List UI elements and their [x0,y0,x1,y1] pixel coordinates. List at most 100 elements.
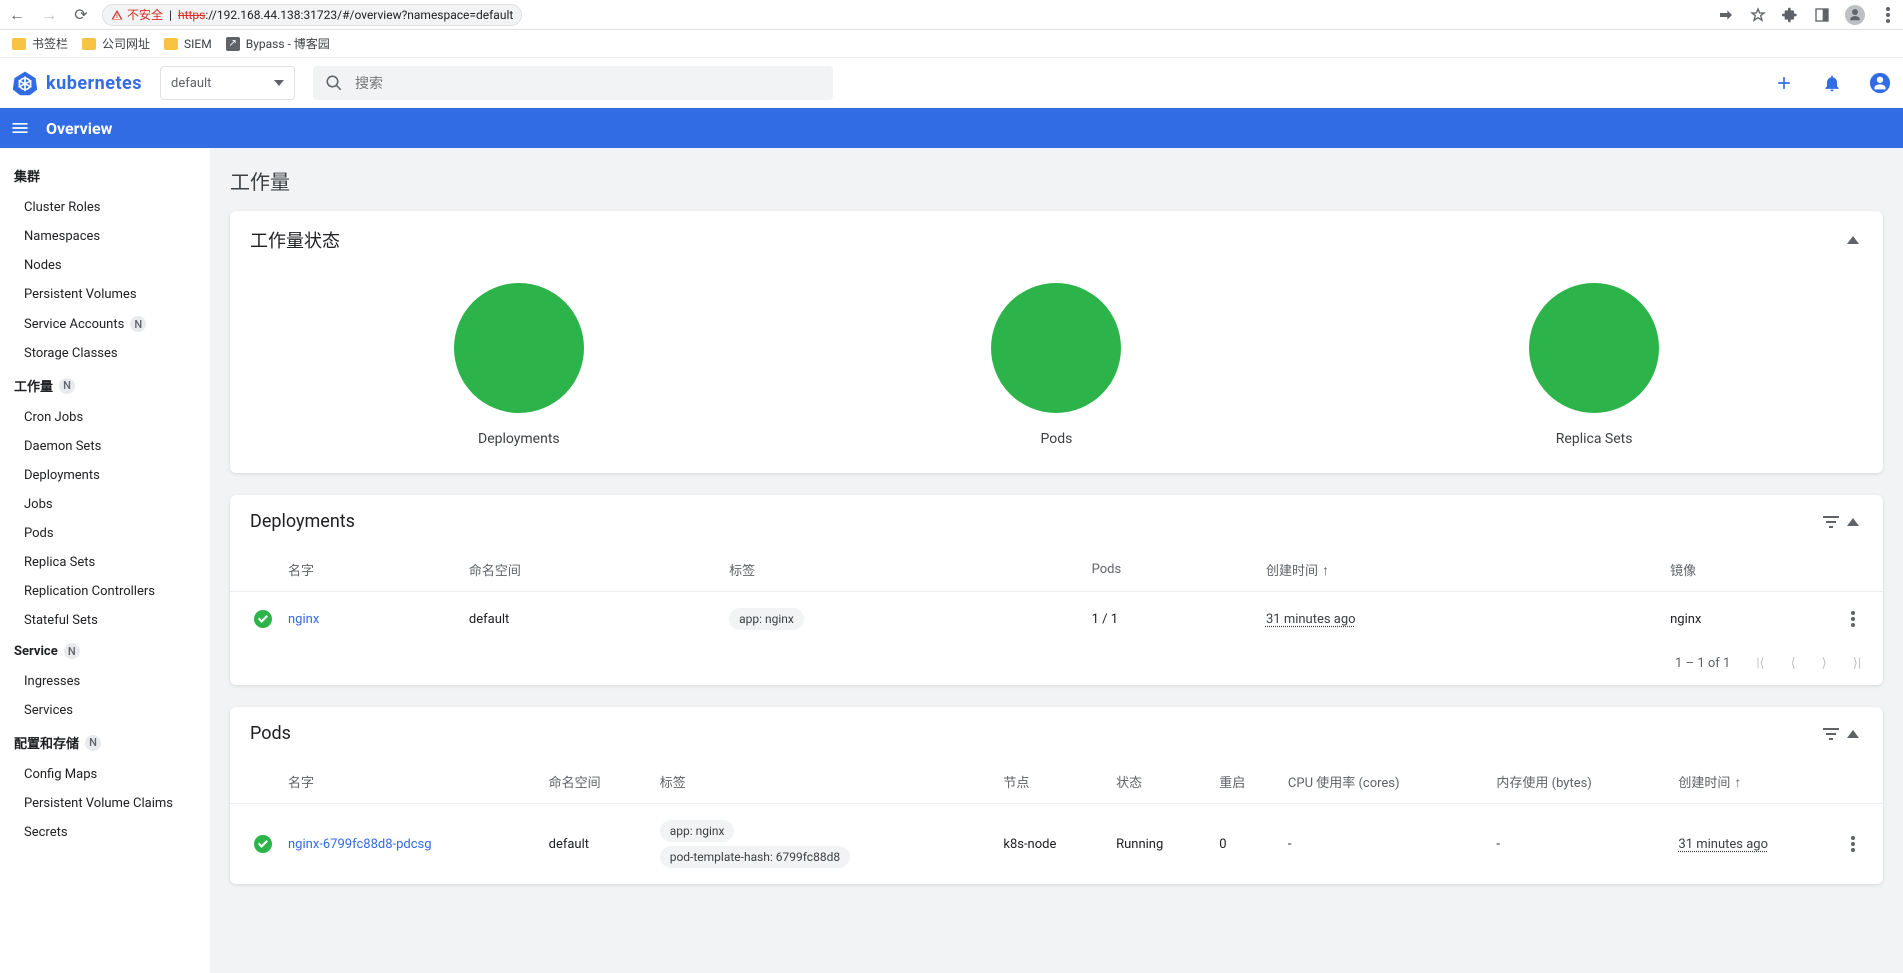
collapse-button[interactable] [1843,232,1863,248]
not-secure-warning: 不安全 [111,6,163,23]
kebab-icon[interactable] [1879,6,1897,24]
cell-pods: 1 / 1 [1084,592,1258,647]
page-first-button[interactable]: |⟨ [1756,656,1764,671]
sidebar-item-deployments[interactable]: Deployments [0,461,210,490]
table-row: nginx-6799fc88d8-pdcsg default app: ngin… [230,804,1883,885]
sidebar-item-pods[interactable]: Pods [0,519,210,548]
col-created[interactable]: 创建时间↑ [1670,760,1843,804]
sidebar-item-service-accounts[interactable]: Service AccountsN [0,309,210,339]
sidebar-item-jobs[interactable]: Jobs [0,490,210,519]
search-input[interactable] [355,75,821,91]
bookmarks-bar: 书签栏 公司网址 SIEM ↗Bypass - 博客园 [0,30,1903,58]
sidebar-item-daemon-sets[interactable]: Daemon Sets [0,432,210,461]
table-header-row: 名字 命名空间 标签 Pods 创建时间↑ 镜像 [230,548,1883,592]
pods-table: 名字 命名空间 标签 节点 状态 重启 CPU 使用率 (cores) 内存使用… [230,760,1883,884]
sidebar-group-cluster[interactable]: 集群 [0,158,210,193]
col-images[interactable]: 镜像 [1662,548,1843,592]
search-bar[interactable] [313,66,833,100]
deployment-link[interactable]: nginx [288,612,319,627]
bell-icon [1822,73,1842,93]
sidebar-item-namespaces[interactable]: Namespaces [0,222,210,251]
page-next-button[interactable]: ⟩ [1822,656,1827,671]
sidebar-item-nodes[interactable]: Nodes [0,251,210,280]
cell-cpu: - [1280,804,1488,885]
status-chart-replica-sets: Replica Sets [1529,283,1659,447]
kubernetes-logo[interactable]: kubernetes [12,70,142,96]
sidebar-item-stateful-sets[interactable]: Stateful Sets [0,606,210,635]
collapse-button[interactable] [1843,514,1863,530]
page-title: Overview [46,119,112,138]
address-bar[interactable]: 不安全 | https://192.168.44.138:31723/#/ove… [102,4,522,26]
col-restarts[interactable]: 重启 [1211,760,1280,804]
card-title: Pods [250,723,291,744]
status-chart-pods: Pods [991,283,1121,447]
col-labels[interactable]: 标签 [652,760,996,804]
sidebar-item-pvc[interactable]: Persistent Volume Claims [0,789,210,818]
forward-button[interactable]: → [38,5,60,25]
namespace-select[interactable]: default [160,66,295,100]
bookmark-folder[interactable]: SIEM [164,37,212,51]
cell-image: nginx [1662,592,1843,647]
sidebar-item-persistent-volumes[interactable]: Persistent Volumes [0,280,210,309]
cell-namespace: default [541,804,652,885]
filter-button[interactable] [1819,512,1843,532]
col-mem[interactable]: 内存使用 (bytes) [1488,760,1670,804]
hamburger-button[interactable] [10,118,30,138]
extensions-icon[interactable] [1781,6,1799,24]
label-chip: app: nginx [729,608,804,630]
sidebar-item-replication-controllers[interactable]: Replication Controllers [0,577,210,606]
reload-button[interactable]: ⟳ [70,5,92,24]
col-namespace[interactable]: 命名空间 [461,548,721,592]
create-button[interactable] [1773,72,1795,94]
pie-chart [454,283,584,413]
sidebar-item-storage-classes[interactable]: Storage Classes [0,339,210,368]
share-icon[interactable] [1717,6,1735,24]
col-labels[interactable]: 标签 [721,548,1084,592]
chevron-up-icon [1847,236,1859,244]
col-created[interactable]: 创建时间↑ [1258,548,1662,592]
cell-created: 31 minutes ago [1678,837,1768,852]
sidebar-item-ingresses[interactable]: Ingresses [0,667,210,696]
col-name[interactable]: 名字 [280,548,461,592]
sidebar-group-service[interactable]: ServiceN [0,635,210,667]
col-name[interactable]: 名字 [280,760,541,804]
sidebar-item-replica-sets[interactable]: Replica Sets [0,548,210,577]
col-status[interactable]: 状态 [1108,760,1211,804]
page-prev-button[interactable]: ⟨ [1791,656,1796,671]
star-icon[interactable] [1749,6,1767,24]
profile-avatar-icon[interactable] [1845,5,1865,25]
hamburger-icon [10,118,30,138]
card-pods: Pods 名字 命名空间 标签 节点 状态 重启 CPU [230,707,1883,884]
sidebar-item-cron-jobs[interactable]: Cron Jobs [0,403,210,432]
bookmark-link[interactable]: ↗Bypass - 博客园 [226,35,330,52]
col-namespace[interactable]: 命名空间 [541,760,652,804]
search-icon [325,74,343,92]
col-pods[interactable]: Pods [1084,548,1258,592]
collapse-button[interactable] [1843,726,1863,742]
sidebar-item-config-maps[interactable]: Config Maps [0,760,210,789]
col-node[interactable]: 节点 [995,760,1108,804]
sidebar-group-workload[interactable]: 工作量N [0,368,210,403]
page-icon: ↗ [226,37,240,51]
pod-link[interactable]: nginx-6799fc88d8-pdcsg [288,837,432,852]
browser-toolbar: ← → ⟳ 不安全 | https://192.168.44.138:31723… [0,0,1903,30]
row-menu-button[interactable] [1843,592,1883,647]
folder-icon [82,38,96,50]
sidebar-item-services[interactable]: Services [0,696,210,725]
table-row: nginx default app: nginx 1 / 1 31 minute… [230,592,1883,647]
bookmark-folder[interactable]: 公司网址 [82,35,150,52]
sidebar-item-secrets[interactable]: Secrets [0,818,210,847]
panel-icon[interactable] [1813,6,1831,24]
status-ok-icon [254,835,272,853]
filter-button[interactable] [1819,724,1843,744]
page-last-button[interactable]: ⟩| [1853,656,1861,671]
back-button[interactable]: ← [6,5,28,25]
row-menu-button[interactable] [1843,804,1883,885]
col-cpu[interactable]: CPU 使用率 (cores) [1280,760,1488,804]
user-button[interactable] [1869,72,1891,94]
bookmark-folder[interactable]: 书签栏 [12,35,68,52]
sidebar-group-config[interactable]: 配置和存储N [0,725,210,760]
notifications-button[interactable] [1821,72,1843,94]
kebab-icon [1851,836,1855,852]
sidebar-item-cluster-roles[interactable]: Cluster Roles [0,193,210,222]
